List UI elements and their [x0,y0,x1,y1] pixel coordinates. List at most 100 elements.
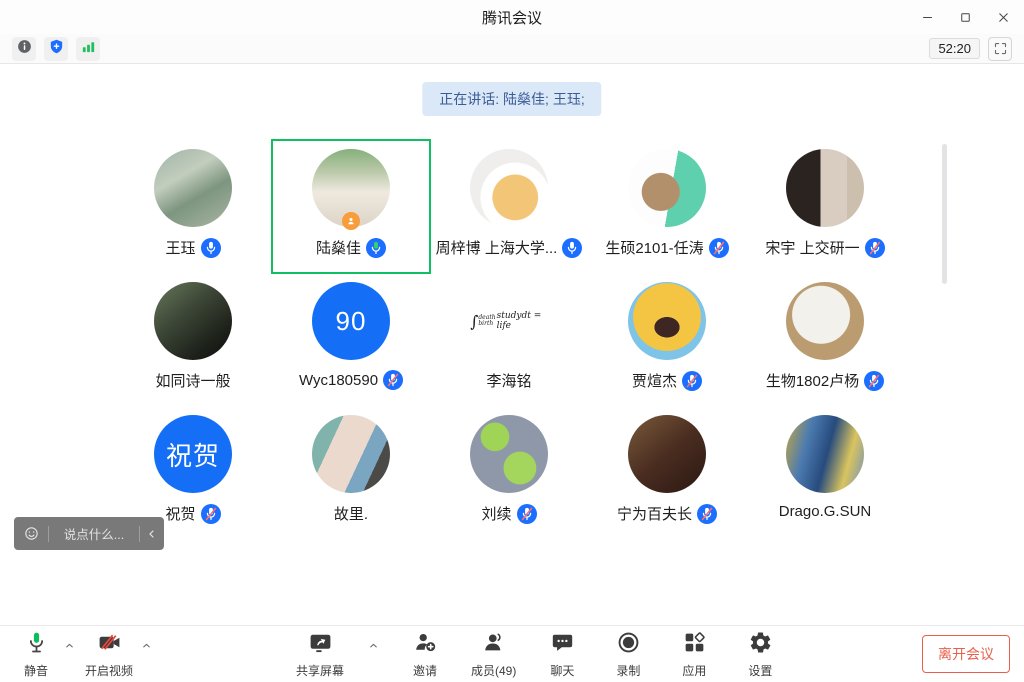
mic-muted-icon [864,371,884,391]
participant-tile[interactable]: 周梓博 上海大学... [430,140,588,273]
participant-tile[interactable]: 如同诗一般 [114,273,272,406]
participant-tile[interactable]: 生物1802卢杨 [746,273,904,406]
avatar-crying-emoji [628,282,706,360]
participant-tile[interactable]: ∫deathbirthstudydt = life 李海铭 [430,273,588,406]
share-screen-options-caret[interactable] [368,638,379,656]
meeting-timer: 52:20 [929,38,980,59]
toolbar-button-apps[interactable]: 应用 [674,630,714,679]
mute-options-caret[interactable] [64,638,75,656]
participant-name: 刘续 [481,503,511,524]
top-toolbar: 52:20 [0,34,1024,64]
chevron-up-icon [368,638,379,656]
mic-on-icon [562,238,582,258]
participant-tile[interactable]: 贾煊杰 [588,273,746,406]
name-row: 生硕2101-任涛 [605,237,728,258]
participant-tile[interactable]: 生硕2101-任涛 [588,140,746,273]
name-row: 如同诗一般 [155,370,230,391]
avatar-wrap [628,415,706,493]
close-button[interactable] [992,6,1014,28]
avatar-tiger-cartoon [470,149,548,227]
avatar-wrap [786,415,864,493]
leave-meeting-button[interactable]: 离开会议 [922,635,1010,673]
maximize-button[interactable] [954,6,976,28]
speaking-banner: 正在讲话: 陆燊佳; 王珏; [422,82,601,116]
toolbar-button-settings[interactable]: 设置 [740,630,780,679]
participant-tile[interactable]: 宋宇 上交研一 [746,140,904,273]
participant-tile[interactable]: 刘续 [430,406,588,539]
participant-name: 生物1802卢杨 [766,370,859,391]
toolbar-label-apps: 应用 [682,662,706,679]
mic-speaking-icon [366,238,386,258]
name-row: 刘续 [481,503,536,524]
security-button[interactable] [44,37,68,61]
toolbar-label-settings: 设置 [748,662,772,679]
mic-muted-icon [709,238,729,258]
avatar-wrap [470,149,548,227]
avatar-earth-cartoon [470,415,548,493]
avatar-girl-selfie [312,415,390,493]
emoji-button[interactable] [14,525,48,542]
toolbar-button-record[interactable]: 录制 [608,630,648,679]
toolbar-button-invite[interactable]: 邀请 [405,630,445,679]
mic-muted-icon [517,504,537,524]
participant-name: 故里. [334,503,368,524]
avatar-formula: ∫deathbirthstudydt = life [470,311,548,331]
avatar-wrap: 祝贺 [154,415,232,493]
camera-off-icon [97,630,122,660]
participant-name: 如同诗一般 [155,370,230,391]
participant-name: 宋宇 上交研一 [765,237,859,258]
name-row: 陆燊佳 [316,237,386,258]
meeting-info-button[interactable] [12,37,36,61]
name-row: Drago.G.SUN [779,503,872,520]
chevron-up-icon [141,638,152,656]
bottom-toolbar: 静音开启视频 共享屏幕 邀请成员(49) 聊天 录制 应用 设置 离开会议 [0,625,1024,682]
network-signal-button[interactable] [76,37,100,61]
participant-grid: 王珏 陆燊佳 周梓博 上海大学... [114,140,904,539]
mic-muted-icon [697,504,717,524]
collapse-chat-button[interactable] [140,528,164,540]
name-row: 生物1802卢杨 [766,370,884,391]
camera-options-caret[interactable] [141,638,152,656]
chevron-left-icon [146,528,158,540]
participant-tile[interactable]: Drago.G.SUN [746,406,904,539]
top-icon-group [12,37,100,61]
top-right-group: 52:20 [929,37,1012,61]
participant-tile[interactable]: 王珏 [114,140,272,273]
avatar-samurai-art [154,282,232,360]
avatar-text: 90 [336,306,367,337]
gear-icon [748,630,773,660]
scrollbar-thumb[interactable] [942,144,947,284]
participant-tile[interactable]: 陆燊佳 [272,140,430,273]
toolbar-button-camera[interactable]: 开启视频 [85,630,133,679]
toolbar-label-record: 录制 [616,662,640,679]
minimize-button[interactable] [916,6,938,28]
avatar-wrap [312,149,390,227]
toolbar-label-chat: 聊天 [550,662,574,679]
avatar-cat-photo [786,149,864,227]
name-row: 故里. [334,503,368,524]
toolbar-label-members: 成员(49) [471,662,516,679]
avatar-wrap [312,415,390,493]
participant-name: 周梓博 上海大学... [436,237,558,258]
avatar-wrap [154,149,232,227]
toolbar-label-camera: 开启视频 [85,662,133,679]
participant-tile[interactable]: 90 Wyc180590 [272,273,430,406]
fullscreen-button[interactable] [988,37,1012,61]
name-row: 王珏 [165,237,220,258]
toolbar-button-mute[interactable]: 静音 [16,630,56,679]
chat-input[interactable]: 说点什么... [49,524,139,543]
toolbar-button-share-screen[interactable]: 共享屏幕 [296,630,344,679]
name-row: 宁为百夫长 [617,503,717,524]
mic-muted-icon [865,238,885,258]
toolbar-button-members[interactable]: 成员(49) [471,630,516,679]
mic-muted-icon [201,504,221,524]
toolbar-label-share-screen: 共享屏幕 [296,662,344,679]
quick-chat-bar: 说点什么... [14,517,164,550]
name-row: 贾煊杰 [632,370,702,391]
participant-tile[interactable]: 宁为百夫长 [588,406,746,539]
toolbar-button-chat[interactable]: 聊天 [542,630,582,679]
avatar-wrap [628,149,706,227]
signal-bars-icon [80,38,97,60]
name-row: Wyc180590 [299,370,403,390]
participant-tile[interactable]: 故里. [272,406,430,539]
